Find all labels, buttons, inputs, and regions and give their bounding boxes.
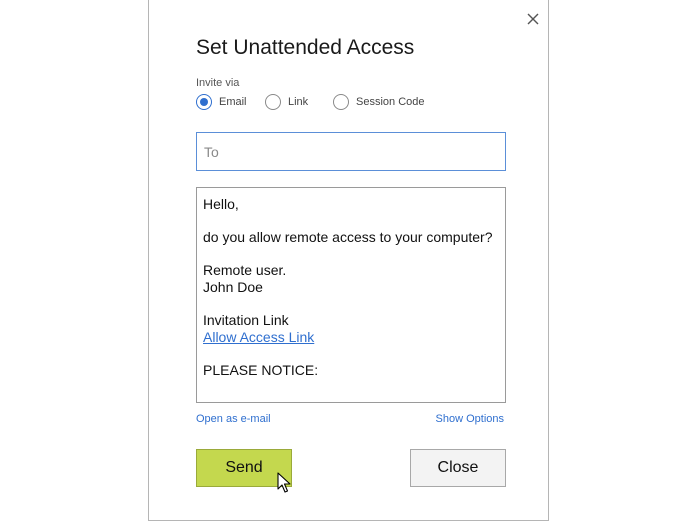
radio-session-code[interactable]: Session Code <box>333 94 425 110</box>
unattended-access-dialog: Set Unattended Access Invite via Email L… <box>148 0 549 521</box>
show-options-link[interactable]: Show Options <box>436 413 504 425</box>
radio-circle <box>333 94 349 110</box>
to-input[interactable] <box>196 132 506 171</box>
send-button[interactable]: Send <box>196 449 292 487</box>
message-signature: Remote user. <box>203 262 287 278</box>
radio-label: Email <box>219 96 247 108</box>
message-body[interactable]: Hello, do you allow remote access to you… <box>196 187 506 403</box>
close-button[interactable]: Close <box>410 449 506 487</box>
allow-access-link[interactable]: Allow Access Link <box>203 329 314 345</box>
message-line: do you allow remote access to your compu… <box>203 229 493 245</box>
dialog-title: Set Unattended Access <box>196 36 415 59</box>
radio-link[interactable]: Link <box>265 94 308 110</box>
radio-email[interactable]: Email <box>196 94 247 110</box>
message-signature-name: John Doe <box>203 279 263 295</box>
message-notice: PLEASE NOTICE: <box>203 362 319 378</box>
radio-circle <box>196 94 212 110</box>
message-greeting: Hello, <box>203 196 239 212</box>
open-as-email-link[interactable]: Open as e-mail <box>196 413 271 425</box>
close-icon[interactable] <box>525 11 541 27</box>
invitation-link-label: Invitation Link <box>203 312 289 328</box>
radio-label: Session Code <box>356 96 425 108</box>
radio-label: Link <box>288 96 309 108</box>
invite-method-group: Email Link Session Code <box>196 94 516 114</box>
invite-via-label: Invite via <box>196 77 240 89</box>
radio-circle <box>265 94 281 110</box>
